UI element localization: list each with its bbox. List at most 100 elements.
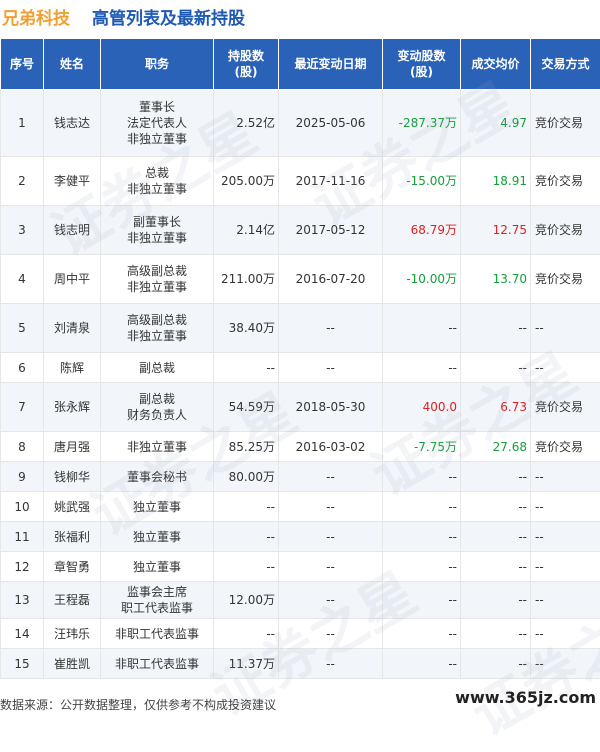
cell-change: -15.00万 [383, 157, 461, 206]
cell-shares: -- [214, 353, 279, 383]
cell-change: -- [383, 492, 461, 522]
table-row: 1钱志达董事长法定代表人非独立董事2.52亿2025-05-06-287.37万… [1, 90, 600, 157]
cell-price: 18.91 [461, 157, 531, 206]
cell-no: 6 [1, 353, 44, 383]
cell-change: -- [383, 304, 461, 353]
cell-change: -7.75万 [383, 432, 461, 462]
cell-no: 1 [1, 90, 44, 157]
page-header: 兄弟科技 高管列表及最新持股 [0, 0, 600, 36]
cell-price: -- [461, 552, 531, 582]
cell-date: 2017-11-16 [279, 157, 383, 206]
cell-shares: 12.00万 [214, 582, 279, 619]
col-header-position[interactable]: 职务 [101, 39, 214, 90]
col-header-change[interactable]: 变动股数 (股) [383, 39, 461, 90]
cell-name: 李健平 [44, 157, 101, 206]
cell-position: 独立董事 [101, 522, 214, 552]
cell-date: -- [279, 304, 383, 353]
position-line: 非独立董事 [104, 230, 210, 246]
table-row: 13王程磊监事会主席职工代表监事12.00万-------- [1, 582, 600, 619]
cell-method: 竞价交易 [531, 206, 600, 255]
cell-name: 刘清泉 [44, 304, 101, 353]
cell-name: 唐月强 [44, 432, 101, 462]
cell-price: 4.97 [461, 90, 531, 157]
cell-shares: 2.52亿 [214, 90, 279, 157]
cell-name: 张永辉 [44, 383, 101, 432]
company-name: 兄弟科技 [2, 4, 70, 29]
position-line: 独立董事 [104, 559, 210, 575]
table-row: 7张永辉副总裁财务负责人54.59万2018-05-30400.06.73竞价交… [1, 383, 600, 432]
cell-name: 章智勇 [44, 552, 101, 582]
cell-date: 2016-03-02 [279, 432, 383, 462]
cell-shares: 11.37万 [214, 649, 279, 679]
col-header-method[interactable]: 交易方式 [531, 39, 600, 90]
cell-date: -- [279, 619, 383, 649]
cell-name: 王程磊 [44, 582, 101, 619]
position-line: 总裁 [104, 165, 210, 181]
cell-shares: 54.59万 [214, 383, 279, 432]
position-line: 监事会主席 [104, 584, 210, 600]
position-line: 非独立董事 [104, 439, 210, 455]
cell-position: 非职工代表监事 [101, 649, 214, 679]
cell-shares: 2.14亿 [214, 206, 279, 255]
cell-date: -- [279, 582, 383, 619]
cell-name: 姚武强 [44, 492, 101, 522]
position-line: 非独立董事 [104, 328, 210, 344]
cell-position: 董事长法定代表人非独立董事 [101, 90, 214, 157]
cell-date: -- [279, 492, 383, 522]
cell-name: 崔胜凯 [44, 649, 101, 679]
table-row: 5刘清泉高级副总裁非独立董事38.40万-------- [1, 304, 600, 353]
cell-method: 竞价交易 [531, 157, 600, 206]
cell-no: 4 [1, 255, 44, 304]
cell-price: -- [461, 649, 531, 679]
cell-price: 6.73 [461, 383, 531, 432]
col-header-name[interactable]: 姓名 [44, 39, 101, 90]
cell-no: 9 [1, 462, 44, 492]
position-line: 副总裁 [104, 391, 210, 407]
col-header-shares[interactable]: 持股数 (股) [214, 39, 279, 90]
cell-price: 13.70 [461, 255, 531, 304]
cell-method: 竞价交易 [531, 90, 600, 157]
cell-position: 非独立董事 [101, 432, 214, 462]
cell-name: 周中平 [44, 255, 101, 304]
cell-date: -- [279, 552, 383, 582]
cell-position: 副总裁财务负责人 [101, 383, 214, 432]
cell-change: 68.79万 [383, 206, 461, 255]
col-header-no[interactable]: 序号 [1, 39, 44, 90]
table-row: 6陈辉副总裁---------- [1, 353, 600, 383]
cell-no: 7 [1, 383, 44, 432]
table-header-row: 序号 姓名 职务 持股数 (股) 最近变动日期 变动股数 (股) 成交均价 交易… [1, 39, 600, 90]
col-header-price[interactable]: 成交均价 [461, 39, 531, 90]
cell-shares: -- [214, 522, 279, 552]
cell-method: 竞价交易 [531, 255, 600, 304]
cell-method: -- [531, 552, 600, 582]
cell-position: 董事会秘书 [101, 462, 214, 492]
col-header-date[interactable]: 最近变动日期 [279, 39, 383, 90]
cell-date: -- [279, 462, 383, 492]
cell-method: -- [531, 492, 600, 522]
table-row: 15崔胜凯非职工代表监事11.37万-------- [1, 649, 600, 679]
cell-position: 高级副总裁非独立董事 [101, 304, 214, 353]
cell-shares: 205.00万 [214, 157, 279, 206]
page-title: 高管列表及最新持股 [92, 4, 245, 29]
cell-price: -- [461, 522, 531, 552]
cell-position: 独立董事 [101, 492, 214, 522]
cell-price: -- [461, 582, 531, 619]
cell-shares: -- [214, 492, 279, 522]
cell-price: -- [461, 492, 531, 522]
position-line: 高级副总裁 [104, 263, 210, 279]
cell-name: 张福利 [44, 522, 101, 552]
cell-no: 12 [1, 552, 44, 582]
cell-change: -- [383, 522, 461, 552]
cell-date: 2016-07-20 [279, 255, 383, 304]
cell-price: 12.75 [461, 206, 531, 255]
cell-shares: 85.25万 [214, 432, 279, 462]
cell-price: 27.68 [461, 432, 531, 462]
cell-change: -- [383, 619, 461, 649]
cell-position: 独立董事 [101, 552, 214, 582]
cell-name: 汪玮乐 [44, 619, 101, 649]
cell-method: 竞价交易 [531, 432, 600, 462]
cell-position: 副总裁 [101, 353, 214, 383]
position-line: 副总裁 [104, 360, 210, 376]
cell-position: 总裁非独立董事 [101, 157, 214, 206]
table-row: 8唐月强非独立董事85.25万2016-03-02-7.75万27.68竞价交易 [1, 432, 600, 462]
